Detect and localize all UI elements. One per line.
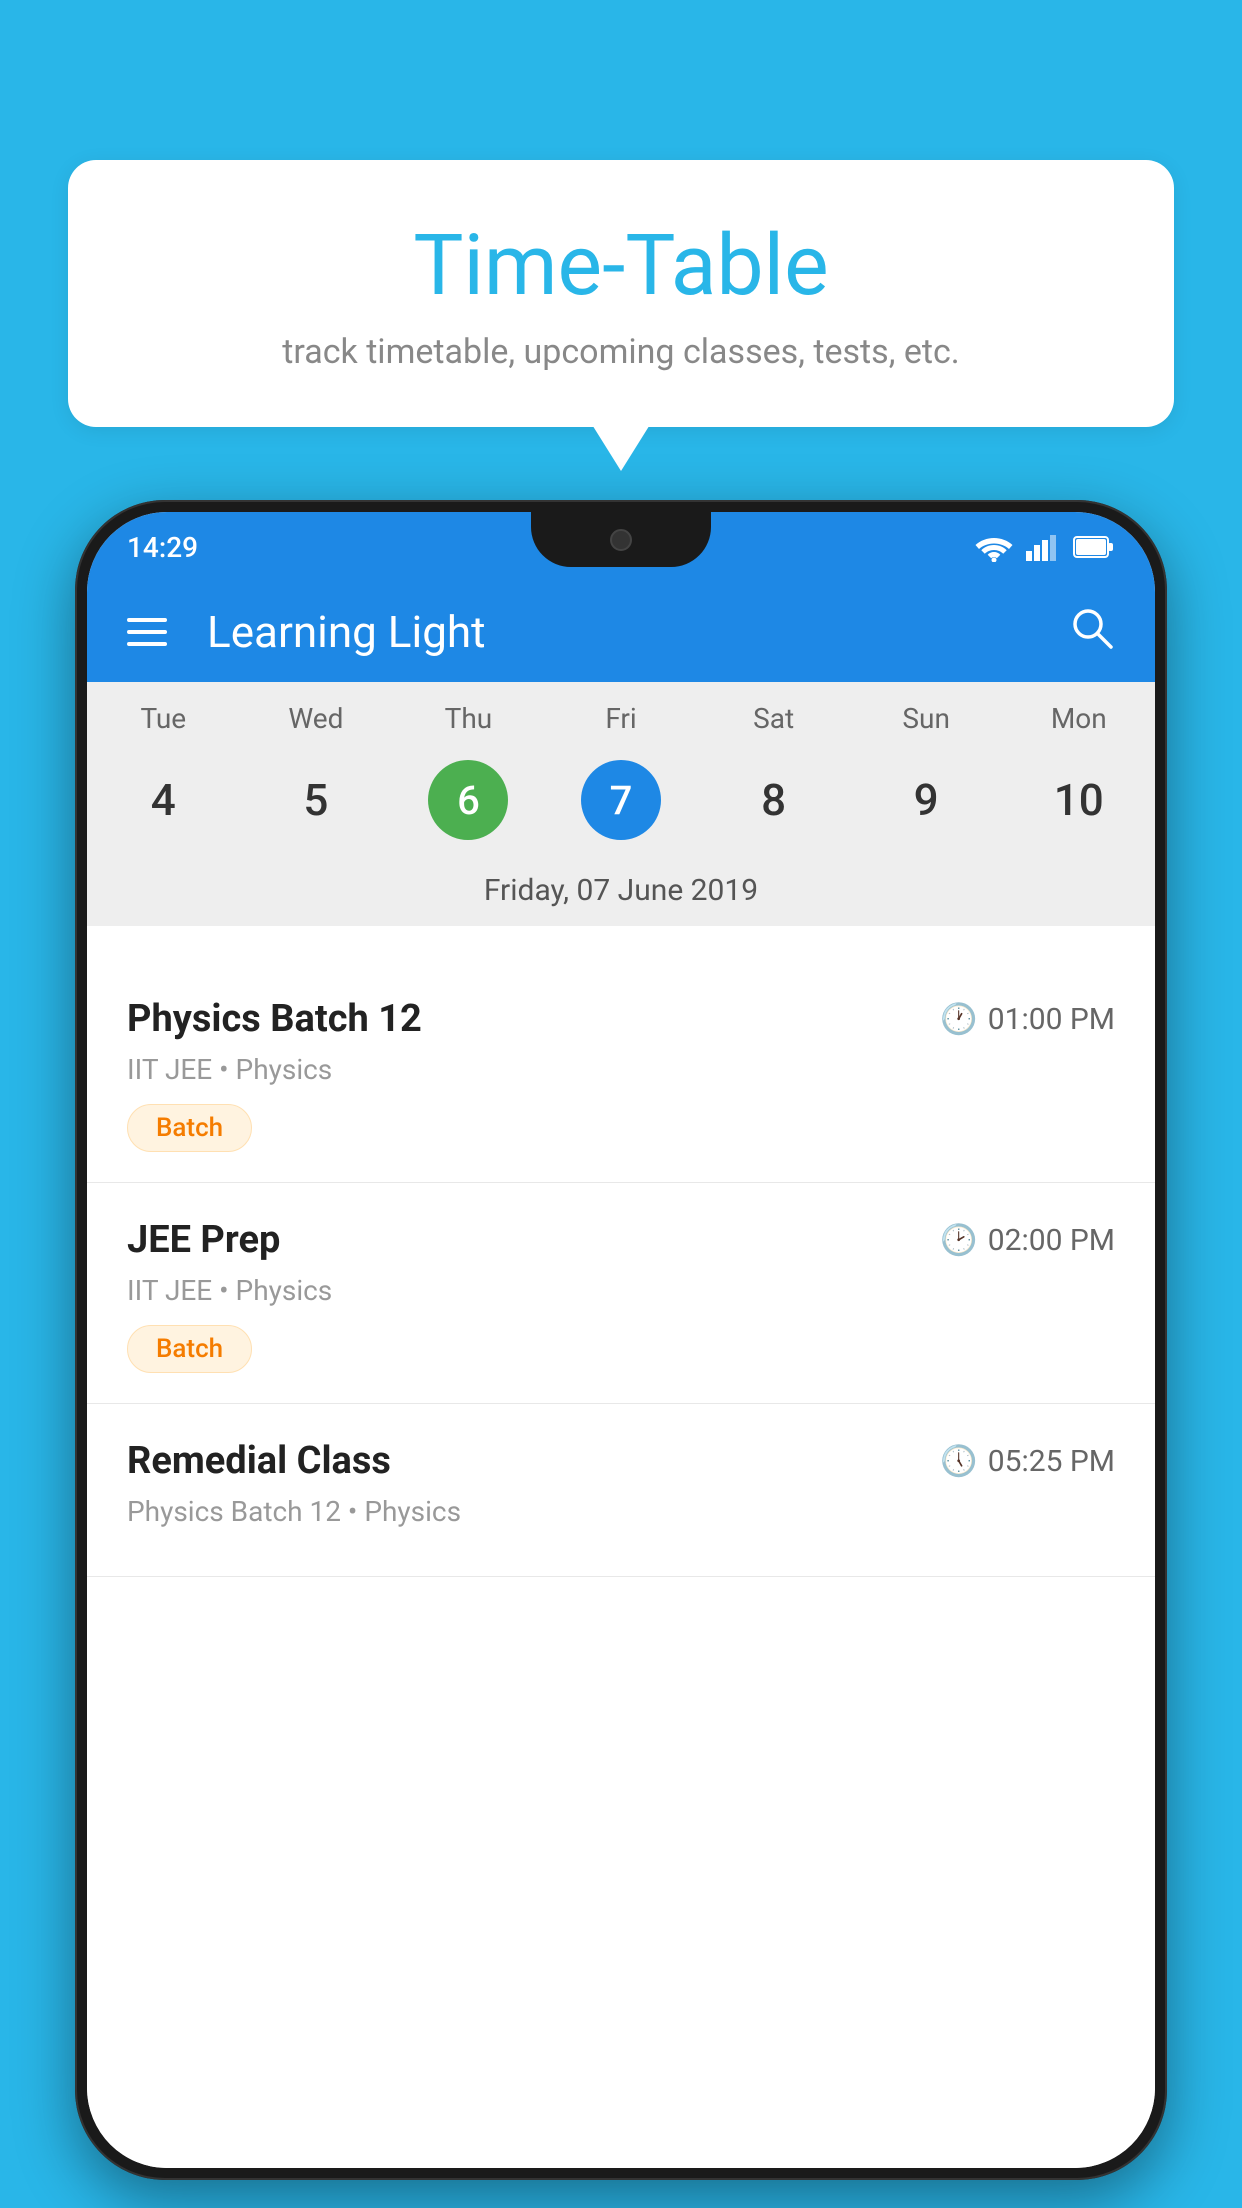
date-7[interactable]: 7 bbox=[545, 760, 698, 840]
calendar-section: Tue Wed Thu Fri Sat Sun Mon 4 5 6 7 bbox=[87, 682, 1155, 926]
schedule-item-1-title: Physics Batch 12 bbox=[127, 997, 422, 1041]
phone-frame: 14:29 bbox=[75, 500, 1167, 2180]
day-sat: Sat bbox=[697, 702, 850, 735]
schedule-item-1[interactable]: Physics Batch 12 🕐 01:00 PM IIT JEE • Ph… bbox=[87, 962, 1155, 1183]
time-value-3: 05:25 PM bbox=[988, 1444, 1115, 1479]
clock-icon-1: 🕐 bbox=[940, 1002, 977, 1037]
day-thu: Thu bbox=[392, 702, 545, 735]
signal-icon bbox=[1026, 533, 1061, 561]
search-button[interactable] bbox=[1067, 603, 1115, 662]
schedule-item-1-sub: IIT JEE • Physics bbox=[127, 1053, 1115, 1086]
camera bbox=[610, 529, 632, 551]
clock-icon-2: 🕑 bbox=[940, 1223, 977, 1258]
wifi-icon bbox=[974, 532, 1014, 562]
date-5[interactable]: 5 bbox=[240, 774, 393, 826]
batch-badge-2: Batch bbox=[127, 1325, 252, 1373]
schedule-item-1-header: Physics Batch 12 🕐 01:00 PM bbox=[127, 997, 1115, 1041]
calendar-days-header: Tue Wed Thu Fri Sat Sun Mon bbox=[87, 682, 1155, 750]
speech-bubble-card: Time-Table track timetable, upcoming cla… bbox=[68, 160, 1174, 427]
bubble-subtitle: track timetable, upcoming classes, tests… bbox=[118, 332, 1124, 372]
schedule-item-2[interactable]: JEE Prep 🕑 02:00 PM IIT JEE • Physics Ba… bbox=[87, 1183, 1155, 1404]
status-icons bbox=[974, 532, 1115, 562]
clock-icon-3: 🕔 bbox=[940, 1444, 977, 1479]
date-10[interactable]: 10 bbox=[1002, 774, 1155, 826]
schedule-item-2-title: JEE Prep bbox=[127, 1218, 280, 1262]
schedule-item-3-title: Remedial Class bbox=[127, 1439, 391, 1483]
phone-container: 14:29 bbox=[75, 500, 1167, 2208]
phone-screen: 14:29 bbox=[87, 512, 1155, 2168]
date-4[interactable]: 4 bbox=[87, 774, 240, 826]
schedule-item-3-time: 🕔 05:25 PM bbox=[940, 1444, 1115, 1479]
schedule-item-1-time: 🕐 01:00 PM bbox=[940, 1002, 1115, 1037]
day-fri: Fri bbox=[545, 702, 698, 735]
date-9[interactable]: 9 bbox=[850, 774, 1003, 826]
day-sun: Sun bbox=[850, 702, 1003, 735]
date-circle-7[interactable]: 7 bbox=[581, 760, 661, 840]
schedule-item-3-header: Remedial Class 🕔 05:25 PM bbox=[127, 1439, 1115, 1483]
date-8[interactable]: 8 bbox=[697, 774, 850, 826]
day-wed: Wed bbox=[240, 702, 393, 735]
date-circle-6[interactable]: 6 bbox=[428, 760, 508, 840]
schedule-item-2-header: JEE Prep 🕑 02:00 PM bbox=[127, 1218, 1115, 1262]
status-time: 14:29 bbox=[127, 531, 198, 564]
hamburger-line-1 bbox=[127, 618, 167, 622]
app-header: Learning Light bbox=[87, 582, 1155, 682]
notch bbox=[531, 512, 711, 567]
speech-bubble-section: Time-Table track timetable, upcoming cla… bbox=[68, 160, 1174, 427]
time-value-2: 02:00 PM bbox=[988, 1223, 1115, 1258]
day-tue: Tue bbox=[87, 702, 240, 735]
hamburger-line-2 bbox=[127, 630, 167, 634]
schedule-list: Physics Batch 12 🕐 01:00 PM IIT JEE • Ph… bbox=[87, 962, 1155, 2168]
bubble-title: Time-Table bbox=[118, 220, 1124, 312]
schedule-item-3-sub: Physics Batch 12 • Physics bbox=[127, 1495, 1115, 1528]
selected-date-label: Friday, 07 June 2019 bbox=[87, 855, 1155, 926]
time-value-1: 01:00 PM bbox=[988, 1002, 1115, 1037]
app-title: Learning Light bbox=[207, 606, 1067, 658]
schedule-item-2-time: 🕑 02:00 PM bbox=[940, 1223, 1115, 1258]
calendar-dates: 4 5 6 7 8 9 10 bbox=[87, 750, 1155, 855]
schedule-item-2-sub: IIT JEE • Physics bbox=[127, 1274, 1115, 1307]
batch-badge-1: Batch bbox=[127, 1104, 252, 1152]
day-mon: Mon bbox=[1002, 702, 1155, 735]
hamburger-line-3 bbox=[127, 642, 167, 646]
battery-icon bbox=[1073, 535, 1115, 559]
date-6[interactable]: 6 bbox=[392, 760, 545, 840]
schedule-item-3[interactable]: Remedial Class 🕔 05:25 PM Physics Batch … bbox=[87, 1404, 1155, 1577]
menu-button[interactable] bbox=[127, 618, 167, 646]
